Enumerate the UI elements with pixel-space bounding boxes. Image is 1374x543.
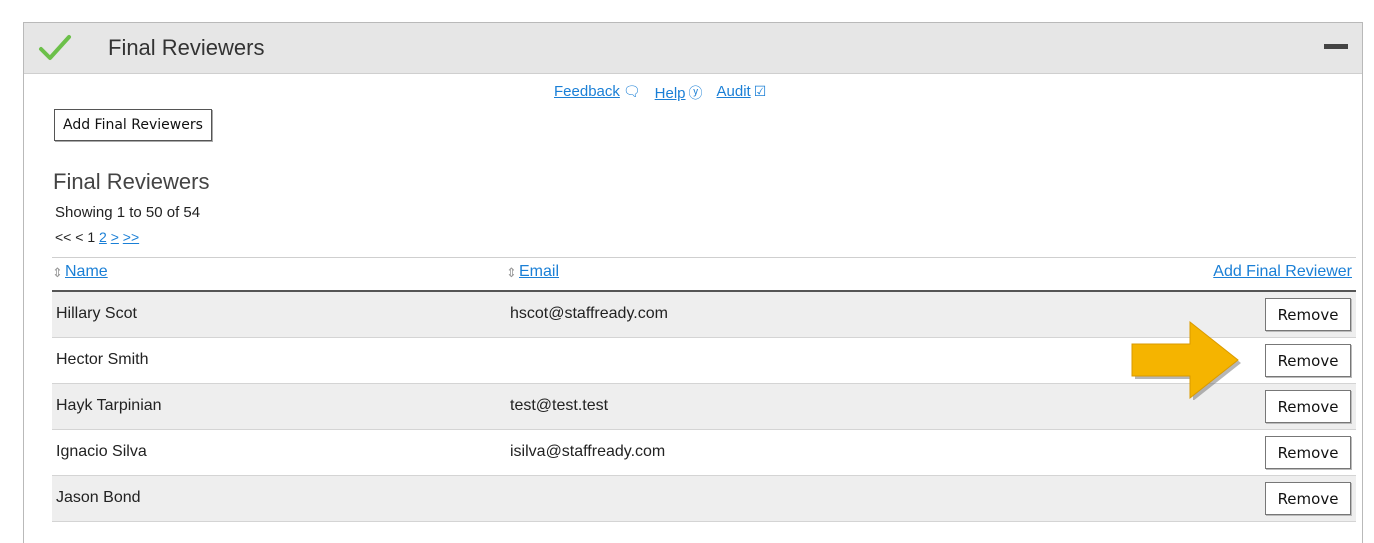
- remove-button[interactable]: Remove: [1265, 344, 1351, 377]
- reviewer-email: isilva@staffready.com: [510, 443, 666, 460]
- column-header-name[interactable]: Name: [65, 263, 108, 281]
- pager-first: <<: [55, 229, 72, 245]
- pager-next[interactable]: >: [111, 229, 119, 245]
- help-link[interactable]: Help: [655, 85, 686, 102]
- reviewer-name: Hector Smith: [56, 351, 149, 368]
- panel-header[interactable]: Final Reviewers: [24, 23, 1362, 74]
- pager-last[interactable]: >>: [123, 229, 139, 245]
- table-row: Jason Bond Remove: [52, 476, 1356, 522]
- showing-count: Showing 1 to 50 of 54: [55, 204, 201, 221]
- clipboard-check-icon[interactable]: ☑: [754, 83, 767, 100]
- audit-link-group: Audit ☑: [717, 83, 767, 103]
- add-final-reviewers-button[interactable]: Add Final Reviewers: [54, 109, 212, 141]
- pager-prev: <: [75, 229, 84, 245]
- table-header: ⇕ Name ⇕ Email Add Final Reviewer: [52, 257, 1356, 292]
- pagination: << < 1 2 > >>: [55, 229, 139, 245]
- reviewer-email: hscot@staffready.com: [510, 305, 668, 322]
- remove-button[interactable]: Remove: [1265, 298, 1351, 331]
- reviewer-name: Jason Bond: [56, 489, 141, 506]
- feedback-link[interactable]: Feedback: [554, 83, 620, 100]
- minus-icon[interactable]: [1324, 44, 1348, 49]
- question-circle-icon[interactable]: ⓨ: [689, 83, 703, 103]
- reviewer-name: Hillary Scot: [56, 305, 137, 322]
- help-link-group: Help ⓨ: [655, 83, 703, 103]
- reviewer-email: test@test.test: [510, 397, 609, 414]
- column-header-email[interactable]: Email: [519, 263, 559, 281]
- sort-icon[interactable]: ⇕: [506, 265, 517, 281]
- help-links: Feedback 🗨︎ Help ⓨ Audit ☑: [554, 83, 766, 103]
- remove-button[interactable]: Remove: [1265, 436, 1351, 469]
- speech-bubble-icon[interactable]: 🗨︎: [623, 83, 641, 100]
- panel-title: Final Reviewers: [108, 35, 265, 60]
- sort-icon[interactable]: ⇕: [52, 265, 63, 281]
- pager-page-2[interactable]: 2: [99, 229, 107, 245]
- arrow-right-icon: [1131, 320, 1241, 400]
- feedback-link-group: Feedback 🗨︎: [554, 83, 641, 103]
- audit-link[interactable]: Audit: [717, 83, 751, 100]
- section-title: Final Reviewers: [53, 169, 210, 194]
- add-final-reviewer-link[interactable]: Add Final Reviewer: [1213, 263, 1352, 281]
- pager-current: 1: [87, 229, 96, 245]
- remove-button[interactable]: Remove: [1265, 482, 1351, 515]
- remove-button[interactable]: Remove: [1265, 390, 1351, 423]
- table-row: Ignacio Silva isilva@staffready.com Remo…: [52, 430, 1356, 476]
- reviewer-name: Hayk Tarpinian: [56, 397, 162, 414]
- final-reviewers-panel: Final Reviewers Feedback 🗨︎ Help ⓨ Audit ☑ …: [23, 22, 1363, 543]
- check-icon: [39, 35, 71, 60]
- reviewer-name: Ignacio Silva: [56, 443, 147, 460]
